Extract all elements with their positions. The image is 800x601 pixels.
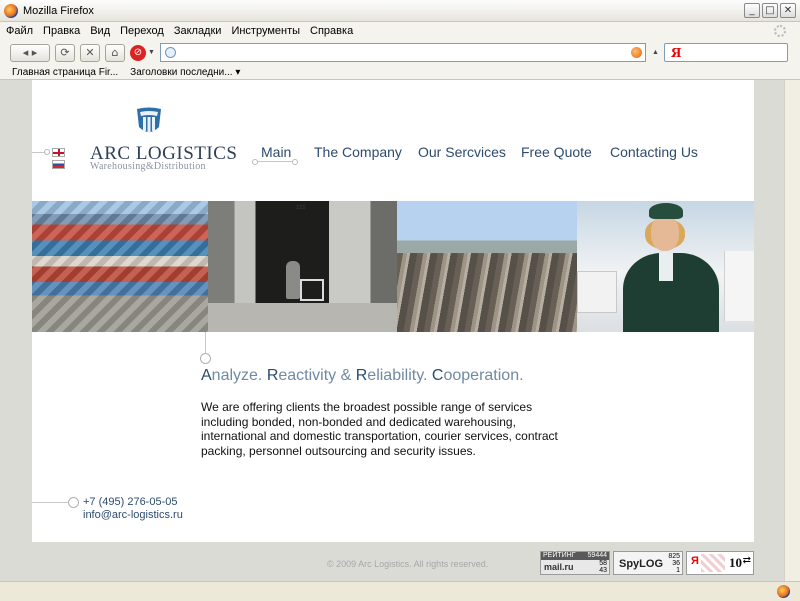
bookmark-news-headlines-label: Заголовки последни... [130, 66, 233, 78]
dock-number: 115 [296, 205, 306, 211]
language-flag-en[interactable] [52, 148, 65, 157]
spylog-count-a: 825 [668, 553, 680, 560]
nav-active-indicator [252, 159, 298, 165]
mailru-count-b: 43 [599, 567, 607, 574]
slogan-text: ooperation. [443, 367, 524, 384]
spylog-count-c: 1 [676, 567, 680, 574]
adblock-icon[interactable]: ⊘ [130, 44, 146, 61]
url-history-dropdown-icon[interactable]: ▲ [652, 49, 659, 56]
window-title: Mozilla Firefox [23, 4, 94, 17]
yandex-arrow-icon: ⇄ [742, 555, 751, 566]
window-titlebar: Mozilla Firefox _ □ ✕ [0, 0, 800, 22]
site-globe-icon [164, 47, 176, 58]
vertical-scrollbar[interactable] [784, 80, 800, 581]
reload-button[interactable]: ⟳ [55, 43, 75, 62]
slogan-cap: R [266, 367, 279, 384]
spylog-counter[interactable]: SpyLOG 825 36 1 [613, 551, 683, 575]
photo-warehouse-worker: 115 [208, 201, 397, 332]
mailru-counter[interactable]: РЕЙТИНГ 59444 mail.ru 58 43 [540, 551, 610, 575]
minimize-button[interactable]: _ [744, 3, 760, 18]
stop-button[interactable]: ✕ [80, 43, 100, 62]
slogan-text: eliability. [367, 367, 432, 384]
photo-rail-yard [397, 201, 577, 332]
status-bar [0, 581, 800, 601]
back-forward-button[interactable]: ◂ ▸ [10, 43, 50, 62]
maximize-button[interactable]: □ [762, 3, 778, 18]
bookmark-news-headlines[interactable]: Заголовки последни... ▾ [130, 67, 240, 78]
slogan-connector-line [205, 332, 206, 353]
copyright: © 2009 Arc Logistics. All rights reserve… [327, 559, 489, 569]
yandex-logo: Я [691, 555, 699, 567]
address-bar[interactable] [159, 43, 646, 62]
firefox-status-icon [777, 585, 790, 598]
menu-file[interactable]: Файл [6, 25, 33, 37]
logo-shield-icon [137, 107, 161, 133]
yandex-value: 10 [729, 555, 742, 570]
contact-connector-dot [68, 497, 79, 508]
yandex-counter[interactable]: Я 10 ⇄ [686, 551, 754, 575]
photo-container-port [32, 201, 208, 332]
menu-tools[interactable]: Инструменты [231, 25, 300, 37]
adblock-dropdown-icon[interactable]: ▼ [148, 49, 155, 56]
nav-our-services[interactable]: Our Sercvices [418, 144, 506, 160]
menu-go[interactable]: Переход [120, 25, 164, 37]
nav-contacting-us[interactable]: Contacting Us [610, 144, 698, 160]
mailru-logo: mail.ru [544, 562, 574, 572]
navigation-toolbar: ◂ ▸ ⟳ ✕ ⌂ ⊘ ▼ ▲ Я [0, 40, 800, 65]
language-flag-ru[interactable] [52, 160, 65, 169]
contact-connector-line [32, 502, 68, 503]
photo-uniformed-woman [577, 201, 754, 332]
intro-paragraph: We are offering clients the broadest pos… [201, 400, 558, 458]
slogan-cap: R [355, 367, 368, 384]
menu-help[interactable]: Справка [310, 25, 353, 37]
firefox-icon [4, 3, 18, 18]
nav-the-company[interactable]: The Company [314, 144, 402, 160]
slogan-cap: C [431, 367, 444, 384]
spylog-count-b: 36 [672, 560, 680, 567]
menu-bookmarks[interactable]: Закладки [174, 25, 222, 37]
slogan-connector-dot [200, 353, 211, 364]
menu-edit[interactable]: Правка [43, 25, 80, 37]
logo-tagline: Warehousing&Distribution [90, 161, 206, 172]
slogan-text: eactivity & [278, 367, 356, 384]
mailru-total: 59444 [587, 552, 607, 559]
slogan: Analyze. Reactivity & Reliability. Coope… [201, 367, 524, 385]
photo-strip: 115 [32, 201, 754, 332]
nav-main[interactable]: Main [261, 144, 291, 160]
contact-phone: +7 (495) 276-05-05 [83, 496, 178, 508]
menu-bar: Файл Правка Вид Переход Закладки Инструм… [0, 22, 800, 40]
nav-free-quote[interactable]: Free Quote [521, 144, 592, 160]
contact-email[interactable]: info@arc-logistics.ru [83, 509, 183, 521]
spylog-logo: SpyLOG [619, 558, 664, 570]
bookmarks-toolbar: Главная страница Fir... Заголовки послед… [0, 65, 800, 80]
close-button[interactable]: ✕ [780, 3, 796, 18]
yandex-search-icon[interactable]: Я [671, 46, 682, 60]
search-input[interactable]: Я [663, 43, 788, 62]
throbber-icon [774, 25, 786, 37]
go-icon[interactable] [630, 47, 642, 58]
flag-connector-dot [44, 149, 50, 155]
mailru-count-a: 58 [599, 560, 607, 567]
slogan-text: nalyze. [211, 367, 267, 384]
bookmark-firefox-home[interactable]: Главная страница Fir... [12, 67, 118, 78]
slogan-cap: A [201, 367, 212, 384]
home-button[interactable]: ⌂ [105, 43, 125, 62]
page-viewport: ARC LOGISTICS Warehousing&Distribution M… [0, 80, 800, 581]
menu-view[interactable]: Вид [90, 25, 110, 37]
site-container: ARC LOGISTICS Warehousing&Distribution M… [32, 80, 754, 542]
mailru-label: РЕЙТИНГ [543, 552, 576, 559]
